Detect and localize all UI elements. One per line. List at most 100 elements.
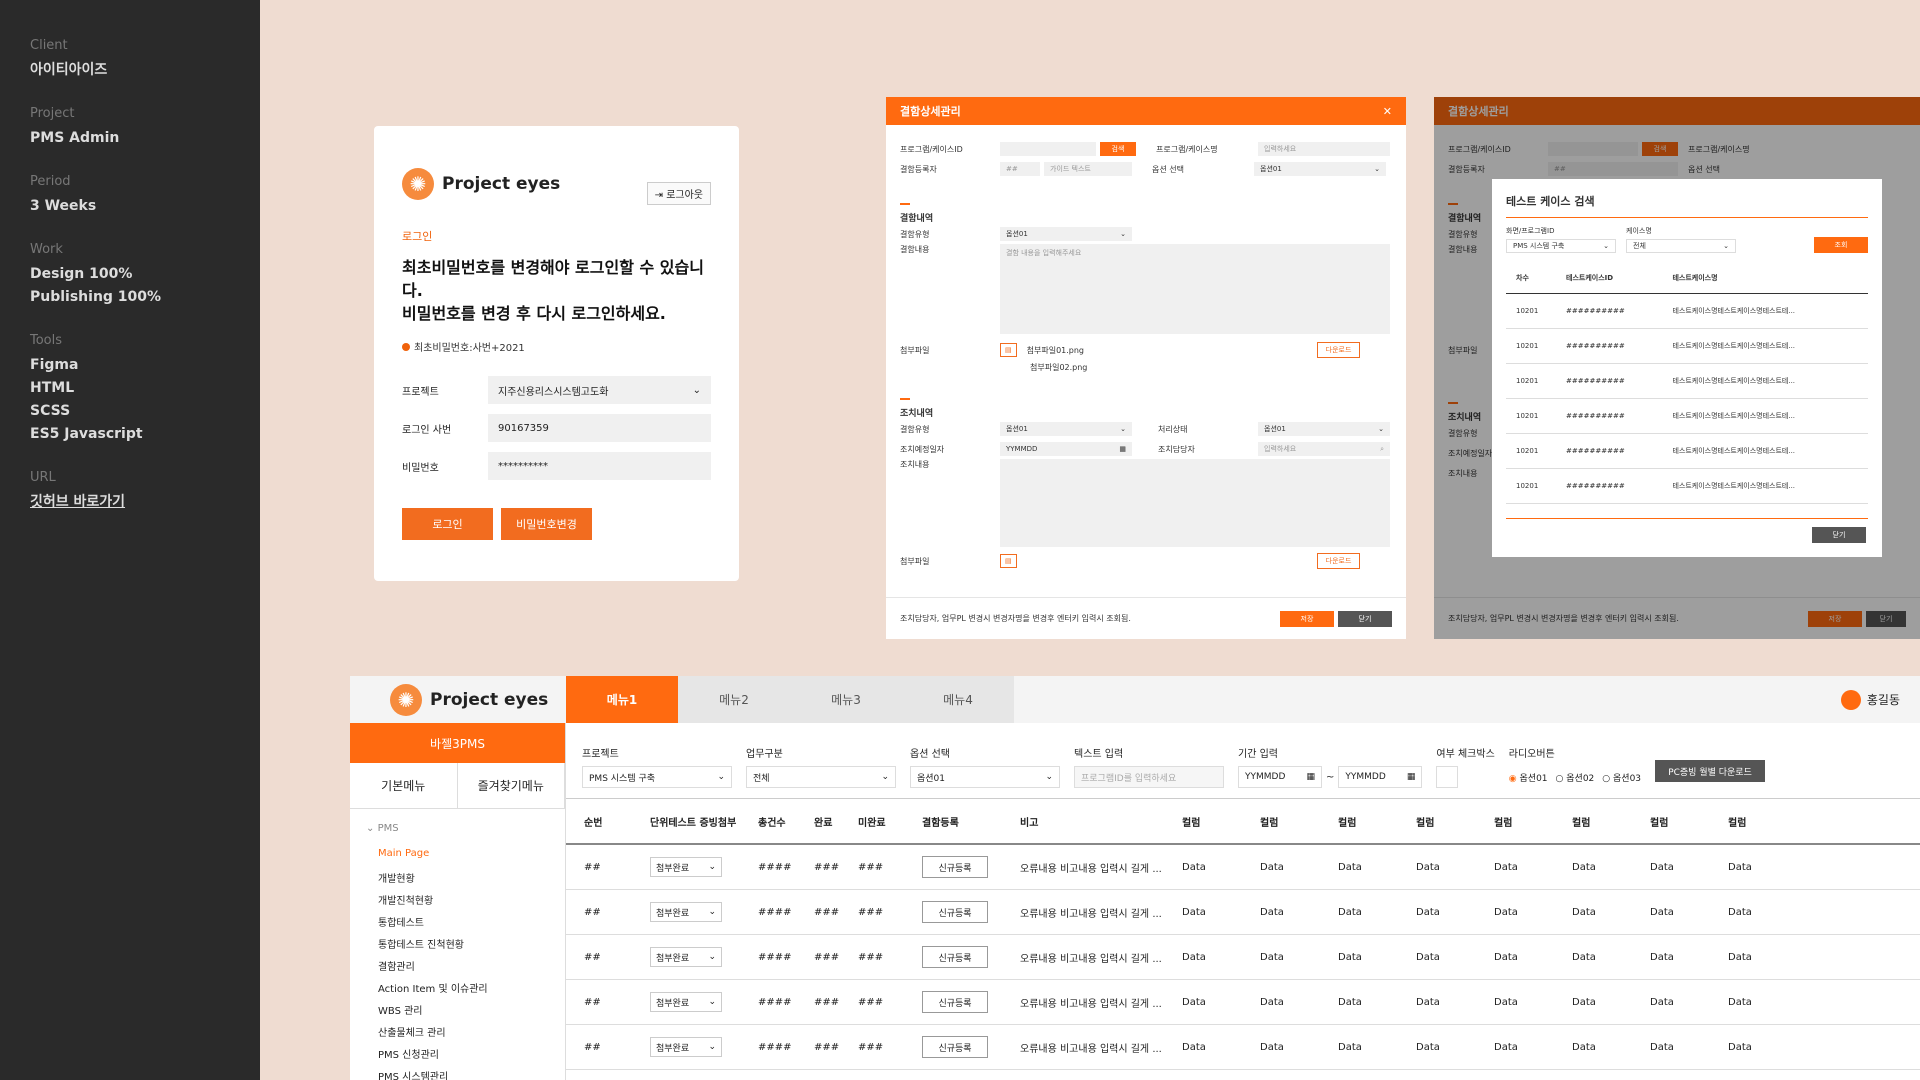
date-from-input[interactable]: YYMMDD ▦ bbox=[1238, 766, 1322, 788]
radio-option02[interactable]: ○ 옵션02 bbox=[1556, 771, 1595, 784]
attach-status-select[interactable]: 첨부완료 ⌄ bbox=[650, 947, 722, 967]
github-link[interactable]: 깃허브 바로가기 bbox=[30, 491, 230, 514]
menu-group-pms[interactable]: ⌄ PMS bbox=[366, 823, 549, 834]
cell-data: Data bbox=[1416, 1041, 1440, 1053]
tab-menu1[interactable]: 메뉴1 bbox=[566, 676, 678, 723]
option-select[interactable]: 옵션01 ⌄ bbox=[910, 766, 1060, 788]
period-value: 3 Weeks bbox=[30, 198, 97, 214]
new-register-button[interactable]: 신규등록 bbox=[922, 946, 988, 968]
download-button[interactable]: 다운로드 bbox=[1316, 553, 1361, 569]
nav-item[interactable]: Main Page bbox=[366, 848, 549, 870]
action-type-select[interactable]: 옵션01 ⌄ bbox=[1000, 422, 1132, 436]
chevron-down-icon: ⌄ bbox=[1378, 425, 1384, 433]
owner-input[interactable]: 입력하세요 ⌕ bbox=[1258, 442, 1390, 456]
nav-item[interactable]: 산출물체크 관리 bbox=[366, 1024, 549, 1046]
file-icon[interactable]: ▤ bbox=[1000, 554, 1017, 568]
attach-status-select[interactable]: 첨부완료 ⌄ bbox=[650, 902, 722, 922]
pc-download-button[interactable]: PC증빙 월별 다운로드 bbox=[1655, 760, 1766, 782]
table-row[interactable]: 10201 ########## 테스트케이스명테스트케이스명테스트테... bbox=[1506, 363, 1868, 399]
filter-label: 여부 체크박스 bbox=[1436, 749, 1495, 760]
select-value: PMS 시스템 구축 bbox=[589, 773, 656, 784]
cell-done: ### bbox=[814, 861, 840, 873]
option-select[interactable]: 옵션01 ⌄ bbox=[1254, 162, 1386, 176]
tab-favorites[interactable]: 즐겨찾기메뉴 bbox=[458, 763, 565, 808]
column-header: 컬럼 bbox=[1650, 817, 1669, 829]
attach-status-select[interactable]: 첨부완료 ⌄ bbox=[650, 1037, 722, 1057]
new-register-button[interactable]: 신규등록 bbox=[922, 1036, 988, 1058]
tab-menu2[interactable]: 메뉴2 bbox=[678, 676, 790, 723]
registrant-code[interactable]: ## bbox=[1000, 162, 1040, 176]
table-row[interactable]: 10201 ########## 테스트케이스명테스트케이스명테스트테... bbox=[1506, 398, 1868, 434]
file-icon[interactable]: ▤ bbox=[1000, 343, 1017, 357]
logout-button[interactable]: ⇥ 로그아웃 bbox=[646, 182, 711, 205]
defect-content-textarea[interactable]: 결함 내용을 입력해주세요 bbox=[1000, 244, 1390, 334]
close-icon[interactable]: ✕ bbox=[1383, 105, 1392, 118]
date-to-input[interactable]: YYMMDD ▦ bbox=[1338, 766, 1423, 788]
nav-item[interactable]: 통합테스트 bbox=[366, 914, 549, 936]
radio-option01[interactable]: ◉ 옵션01 bbox=[1509, 771, 1548, 784]
cell: 10201 bbox=[1506, 398, 1557, 434]
table-row[interactable]: 10201 ########## 테스트케이스명테스트케이스명테스트테... bbox=[1506, 328, 1868, 364]
program-select[interactable]: PMS 시스템 구축 ⌄ bbox=[1506, 239, 1616, 253]
project-select[interactable]: 지주신용리스시스템고도화 ⌄ bbox=[488, 376, 711, 404]
nav-item[interactable]: PMS 시스템관리 bbox=[366, 1068, 549, 1080]
table-row[interactable]: 10201 ########## 테스트케이스명테스트케이스명테스트테... bbox=[1506, 468, 1868, 504]
user-menu[interactable]: 홍길동 bbox=[1840, 676, 1920, 723]
change-password-button[interactable]: 비밀번호변경 bbox=[501, 508, 592, 540]
case-id-input[interactable] bbox=[1000, 142, 1096, 156]
state-select[interactable]: 옵션01 ⌄ bbox=[1258, 422, 1390, 436]
download-button[interactable]: 다운로드 bbox=[1316, 342, 1361, 358]
checkbox[interactable] bbox=[1436, 766, 1459, 788]
action-content-textarea[interactable] bbox=[1000, 459, 1390, 547]
new-register-button[interactable]: 신규등록 bbox=[922, 856, 988, 878]
biz-select[interactable]: 전체 ⌄ bbox=[746, 766, 896, 788]
query-button[interactable]: 조회 bbox=[1814, 237, 1868, 253]
radio-option03[interactable]: ○ 옵션03 bbox=[1602, 771, 1641, 784]
left-nav: 바젤3PMS 기본메뉴 즐겨찾기메뉴 ⌄ PMS Main Page 개발현황 개… bbox=[350, 723, 566, 1080]
project-name[interactable]: 바젤3PMS bbox=[350, 723, 565, 763]
field-label: 조치담당자 bbox=[1158, 444, 1195, 454]
text-input[interactable]: 프로그램ID를 입력하세요 bbox=[1074, 766, 1224, 788]
file-name[interactable]: 첨부파일01.png bbox=[1027, 345, 1317, 356]
attach-select: 첨부완료 ⌄ bbox=[650, 1037, 758, 1057]
nav-item[interactable]: WBS 관리 bbox=[366, 1002, 549, 1024]
register-button: 신규등록 bbox=[922, 856, 1020, 878]
column-header: 총건수 bbox=[758, 817, 786, 829]
defect-type-select[interactable]: 옵션01 ⌄ bbox=[1000, 227, 1132, 241]
guide-input[interactable]: 가이드 텍스트 bbox=[1044, 162, 1132, 176]
date-input[interactable]: YYMMDD ▦ bbox=[1000, 442, 1132, 456]
attach-status-select[interactable]: 첨부완료 ⌄ bbox=[650, 992, 722, 1012]
id-input[interactable]: 90167359 bbox=[488, 414, 711, 442]
search-button[interactable]: 검색 bbox=[1100, 142, 1136, 156]
project-select[interactable]: PMS 시스템 구축 ⌄ bbox=[582, 766, 732, 788]
field-label: 옵션 선택 bbox=[1152, 164, 1184, 174]
nav-item[interactable]: 개발진척현황 bbox=[366, 892, 549, 914]
chevron-down-icon: ⌄ bbox=[717, 772, 725, 782]
table-row[interactable]: 10201 ########## 테스트케이스명테스트케이스명테스트테... bbox=[1506, 293, 1868, 329]
client-label: Client bbox=[30, 38, 68, 53]
cell-data: Data bbox=[1650, 861, 1674, 873]
nav-item[interactable]: 개발현황 bbox=[366, 870, 549, 892]
nav-item[interactable]: 결함관리 bbox=[366, 958, 549, 980]
case-name-input[interactable]: 입력하세요 bbox=[1258, 142, 1390, 156]
password-input[interactable]: ********** bbox=[488, 452, 711, 480]
tab-basic-menu[interactable]: 기본메뉴 bbox=[350, 763, 458, 808]
new-register-button[interactable]: 신규등록 bbox=[922, 991, 988, 1013]
case-name-select[interactable]: 전체 ⌄ bbox=[1626, 239, 1736, 253]
close-button[interactable]: 닫기 bbox=[1338, 610, 1392, 627]
nav-item[interactable]: Action Item 및 이슈관리 bbox=[366, 980, 549, 1002]
nav-item[interactable]: 통합테스트 진척현황 bbox=[366, 936, 549, 958]
tab-menu4[interactable]: 메뉴4 bbox=[902, 676, 1014, 723]
field-label: 조치내용 bbox=[900, 460, 930, 469]
login-button[interactable]: 로그인 bbox=[402, 508, 493, 540]
attach-status-select[interactable]: 첨부완료 ⌄ bbox=[650, 857, 722, 877]
close-button[interactable]: 닫기 bbox=[1812, 527, 1866, 543]
cell-data: Data bbox=[1650, 951, 1674, 963]
new-register-button[interactable]: 신규등록 bbox=[922, 901, 988, 923]
table-row[interactable]: 10201 ########## 테스트케이스명테스트케이스명테스트테... bbox=[1506, 433, 1868, 469]
column-header: 테스트케이스ID bbox=[1556, 263, 1663, 294]
save-button[interactable]: 저장 bbox=[1280, 610, 1334, 627]
nav-item[interactable]: PMS 신청관리 bbox=[366, 1046, 549, 1068]
tab-menu3[interactable]: 메뉴3 bbox=[790, 676, 902, 723]
file-name[interactable]: 첨부파일02.png bbox=[1030, 362, 1087, 373]
